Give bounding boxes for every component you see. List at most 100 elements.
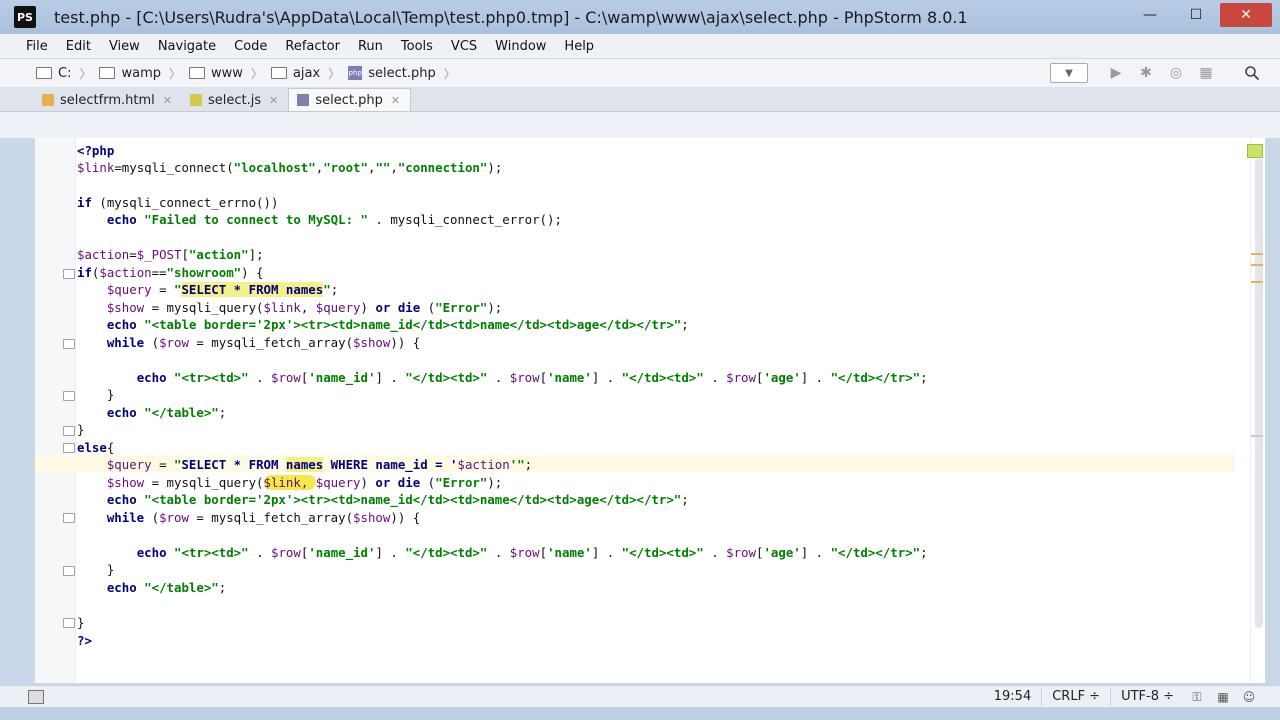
code-token: ] . — [375, 370, 406, 385]
code-token: ; — [681, 317, 689, 332]
fold-marker-icon[interactable] — [63, 339, 75, 349]
fold-marker-icon[interactable] — [63, 269, 75, 279]
js-file-icon — [189, 94, 202, 106]
code-token: "<table border='2px'><tr><td>name_id</td… — [144, 317, 682, 332]
fold-marker-icon[interactable] — [63, 566, 75, 576]
search-icon[interactable] — [1242, 63, 1262, 83]
menu-edit[interactable]: Edit — [57, 39, 100, 54]
code-line-14: echo "<tr><td>" . $row['name_id'] . "</t… — [77, 369, 928, 386]
breadcrumb-ajax[interactable]: ajax — [267, 66, 324, 81]
code-token: [ — [181, 247, 189, 262]
code-token: = mysqli_fetch_array( — [188, 335, 354, 350]
code-token: echo — [106, 212, 137, 227]
code-token: $row — [509, 545, 540, 560]
code-token: , — [390, 160, 398, 175]
editor-scrollbar[interactable] — [1250, 138, 1265, 683]
maximize-button[interactable]: ☐ — [1174, 3, 1218, 27]
code-token: "</td><td>" — [621, 545, 704, 560]
breadcrumb-drive[interactable]: C: — [32, 66, 75, 81]
menu-vcs[interactable]: VCS — [442, 39, 486, 54]
breadcrumb-label: www — [211, 65, 243, 81]
error-stripe-marker[interactable] — [1251, 264, 1263, 266]
fold-marker-icon[interactable] — [63, 443, 75, 453]
code-line-29: ?> — [77, 633, 92, 648]
code-token: names — [285, 457, 324, 472]
close-tab-icon[interactable]: ✕ — [391, 94, 400, 107]
project-structure-icon[interactable]: ▦ — [1196, 63, 1216, 83]
code-token: $row — [509, 370, 540, 385]
close-tab-icon[interactable]: ✕ — [269, 94, 278, 107]
event-log-icon[interactable]: ▦ — [1216, 690, 1230, 704]
menu-code[interactable]: Code — [225, 39, 276, 54]
encoding-selector[interactable]: UTF-8 ÷ — [1110, 688, 1184, 706]
code-token: $_POST — [136, 247, 182, 262]
code-token: = mysqli_query( — [144, 300, 264, 315]
chevron-right-icon: 〉 — [169, 66, 182, 81]
menu-help[interactable]: Help — [555, 39, 603, 54]
menu-view[interactable]: View — [100, 39, 149, 54]
code-token: $row — [271, 545, 301, 560]
code-token: )) { — [390, 335, 421, 350]
menu-navigate[interactable]: Navigate — [149, 39, 225, 54]
menu-refactor[interactable]: Refactor — [276, 39, 349, 54]
close-button[interactable]: ✕ — [1220, 3, 1272, 27]
error-stripe-marker[interactable] — [1251, 281, 1263, 283]
menu-file[interactable]: File — [0, 39, 57, 54]
fold-marker-icon[interactable] — [63, 618, 75, 628]
code-line-28: } — [77, 615, 85, 630]
breadcrumb-www[interactable]: www — [185, 66, 247, 81]
caret-position[interactable]: 19:54 — [984, 688, 1041, 706]
run-config-dropdown[interactable]: ▼ — [1050, 63, 1088, 83]
code-line-5: echo "Failed to connect to MySQL: " . my… — [77, 211, 562, 228]
scrollbar-thumb[interactable] — [1255, 158, 1263, 628]
code-token: = mysqli_query( — [144, 475, 264, 490]
minimize-button[interactable]: — — [1128, 3, 1172, 27]
fold-marker-icon[interactable] — [63, 426, 75, 436]
inspection-ok-icon[interactable] — [1247, 144, 1263, 158]
close-tab-icon[interactable]: ✕ — [163, 94, 172, 107]
code-editor[interactable]: <?php $link=mysqli_connect("localhost","… — [34, 138, 1265, 683]
line-separator-selector[interactable]: CRLF ÷ — [1041, 688, 1110, 706]
fold-marker-icon[interactable] — [63, 513, 75, 523]
code-token: . — [248, 545, 271, 560]
menu-window[interactable]: Window — [486, 39, 555, 54]
run-icon[interactable]: ▶ — [1106, 63, 1126, 83]
code-token: 'name_id' — [308, 370, 376, 385]
code-token: $row — [159, 510, 189, 525]
tab-selectfrm-html[interactable]: selectfrm.html ✕ — [34, 89, 182, 111]
coverage-icon[interactable]: ◎ — [1166, 63, 1186, 83]
lock-icon[interactable]: ⚿ — [1190, 690, 1204, 704]
tool-windows-toggle-icon[interactable] — [28, 690, 44, 704]
code-token: 'name_id' — [308, 545, 376, 560]
code-token: or die — [375, 300, 421, 315]
code-line-15: } — [77, 387, 115, 402]
breadcrumb-label: C: — [58, 65, 72, 81]
tab-select-js[interactable]: select.js ✕ — [182, 89, 288, 111]
inspector-icon[interactable]: ☺ — [1242, 690, 1256, 704]
error-stripe-marker[interactable] — [1251, 253, 1263, 255]
code-token: ) { — [241, 265, 264, 280]
code-line-19: $query = "SELECT * FROM names WHERE name… — [77, 456, 532, 473]
code-token: echo — [106, 405, 137, 420]
tab-select-php[interactable]: select.php ✕ — [288, 88, 412, 111]
breadcrumb-wamp[interactable]: wamp — [95, 66, 165, 81]
code-line-12: while ($row = mysqli_fetch_array($show))… — [77, 334, 420, 351]
code-line-20: $show = mysqli_query($link, $query) or d… — [77, 474, 502, 491]
fold-marker-icon[interactable] — [63, 391, 75, 401]
code-token: echo — [136, 545, 167, 560]
menu-run[interactable]: Run — [349, 39, 392, 54]
debug-icon[interactable]: ✱ — [1136, 63, 1156, 83]
breadcrumb-file[interactable]: php select.php — [344, 66, 440, 81]
code-token: while — [106, 510, 145, 525]
code-token: 'name' — [547, 545, 592, 560]
code-token: "Error" — [435, 300, 488, 315]
error-stripe-marker[interactable] — [1251, 435, 1263, 437]
code-token: "</table>" — [144, 580, 219, 595]
menu-tools[interactable]: Tools — [392, 39, 442, 54]
code-line-4: if (mysqli_connect_errno()) — [77, 194, 278, 211]
code-token: "</td></tr>" — [830, 545, 921, 560]
